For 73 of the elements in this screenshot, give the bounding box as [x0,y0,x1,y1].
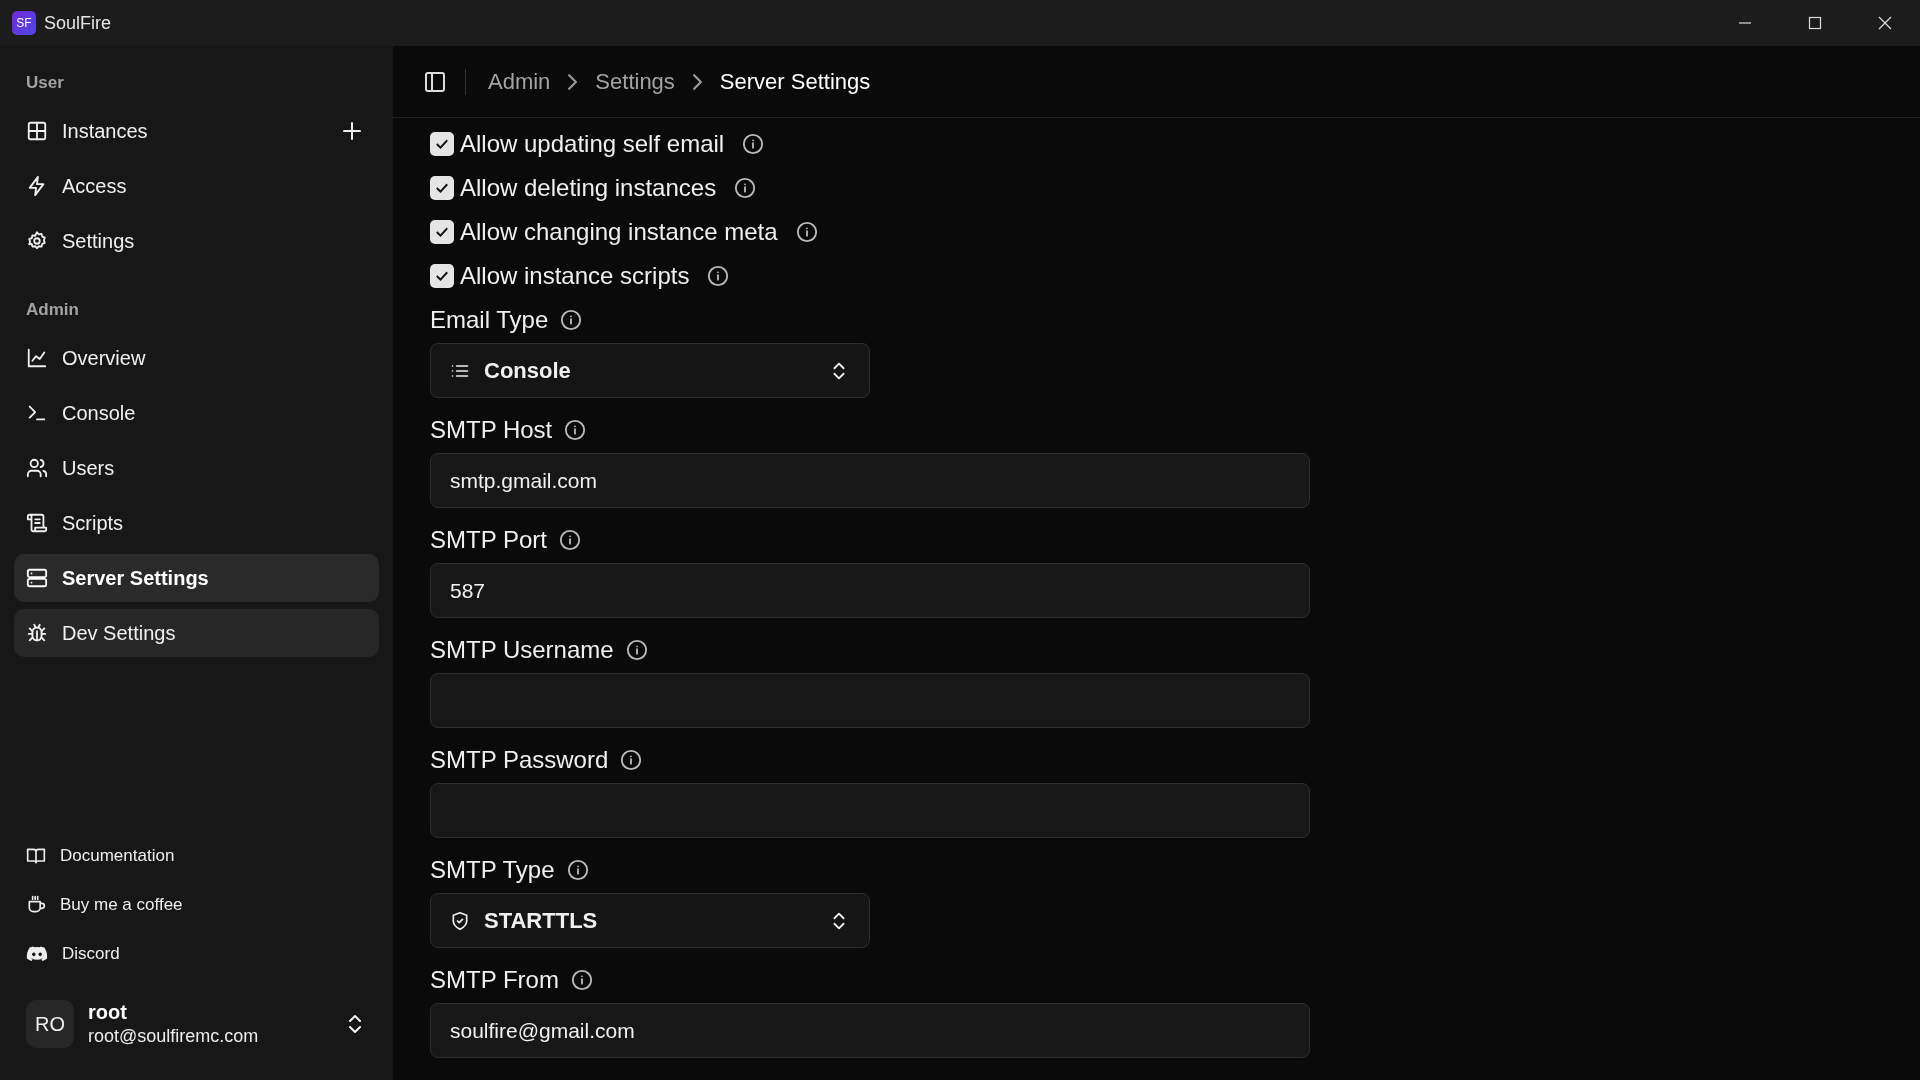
bug-icon [26,622,48,644]
field-label: SMTP Port [430,525,547,555]
input-field[interactable]: 587 [430,563,1310,618]
breadcrumb-current: Server Settings [719,68,871,96]
user-menu[interactable]: RO root root@soulfiremc.com [14,988,379,1060]
field-label: Email Type [430,305,549,335]
info-icon [742,133,765,155]
server-icon [26,567,48,589]
select-value: Console [484,357,572,385]
grid-icon [26,120,48,142]
sidebar-item[interactable]: Console [14,389,379,437]
checkbox-label: Allow changing instance meta [460,217,778,247]
field-label: SMTP Host [430,415,553,445]
info-icon [707,265,730,287]
sidebar-item[interactable]: Users [14,444,379,492]
settings-icon [26,230,48,252]
shield-check-icon [450,910,470,931]
sidebar-item[interactable]: Server Settings [14,554,379,602]
sidebar-item[interactable]: Overview [14,334,379,382]
field-label: SMTP Password [430,745,609,775]
book-icon [26,846,46,866]
checkbox-label: Allow instance scripts [460,261,690,291]
checkbox[interactable] [430,220,454,244]
checkbox[interactable] [430,264,454,288]
info-icon [566,859,589,881]
chevron-right-icon [568,73,578,90]
app-logo: SF [12,11,36,35]
sidebar-link[interactable]: Discord [14,930,379,978]
sidebar-link[interactable]: Documentation [14,832,379,880]
avatar: RO [26,1000,74,1048]
coffee-icon [26,895,46,915]
breadcrumb-link[interactable]: Admin [488,65,551,98]
info-icon [795,221,818,243]
info-icon [734,177,757,199]
info-icon [560,309,583,331]
select-field[interactable]: Console [430,343,870,398]
input-field[interactable] [430,673,1310,728]
checkbox[interactable] [430,132,454,156]
field-label: SMTP Username [430,635,614,665]
info-icon [564,419,587,441]
checkbox[interactable] [430,176,454,200]
window-title: SoulFire [44,11,112,35]
users-icon [26,457,48,479]
user-email: root@soulfiremc.com [88,1025,260,1048]
chart-icon [26,347,48,369]
field-label: SMTP From [430,965,559,995]
sidebar-item[interactable]: Scripts [14,499,379,547]
sidebar-item[interactable]: Dev Settings [14,609,379,657]
section-heading: Admin [25,299,80,322]
info-icon [625,639,648,661]
checkbox-label: Allow deleting instances [460,173,717,203]
scroll-icon [26,512,48,534]
sidebar-item[interactable]: Access [14,162,379,210]
select-field[interactable]: STARTTLS [430,893,870,948]
select-value: STARTTLS [484,907,599,935]
sidebar-link[interactable]: Buy me a coffee [14,881,379,929]
maximize-icon [1808,16,1822,30]
sidebar-item[interactable]: Settings [14,217,379,265]
input-field[interactable]: smtp.gmail.com [430,453,1310,508]
user-name: root [88,1000,128,1024]
section-heading: User [25,72,65,95]
field-label: SMTP Type [430,855,555,885]
chevron-right-icon [692,73,702,90]
sidebar-item[interactable]: Instances [14,107,379,155]
breadcrumb-link[interactable]: Settings [595,65,675,98]
close-icon [1878,16,1892,30]
info-icon [570,969,593,991]
input-field[interactable]: soulfire@gmail.com [430,1003,1310,1058]
input-field[interactable] [430,783,1310,838]
checkbox-label: Allow updating self email [460,129,725,159]
info-icon [620,749,643,771]
plus-icon [340,119,364,143]
info-icon [558,529,581,551]
